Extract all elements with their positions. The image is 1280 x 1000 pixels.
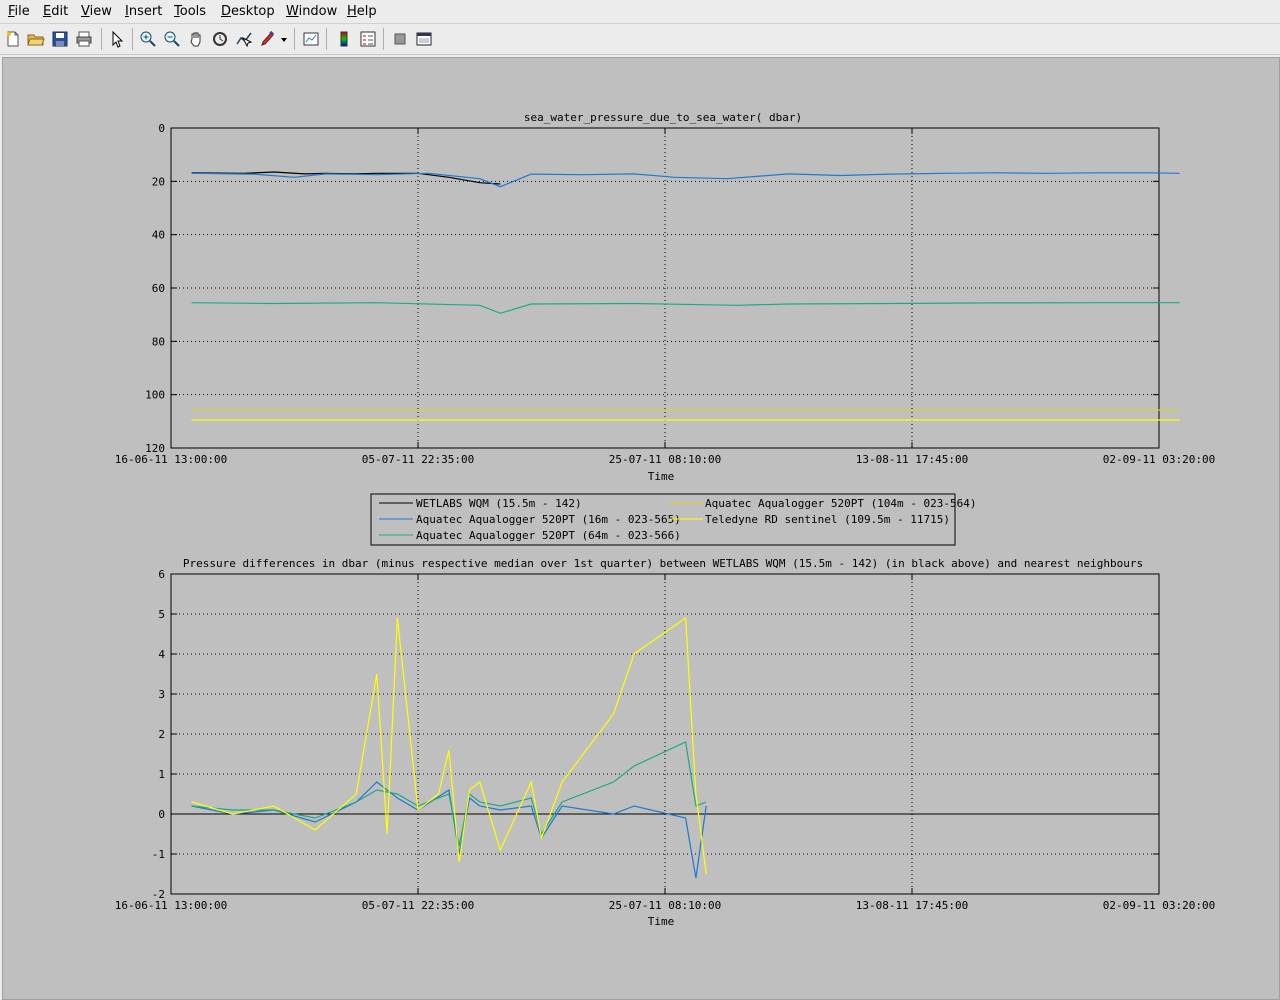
legend-label-aq64: Aquatec Aqualogger 520PT (64m - 023-566) bbox=[416, 529, 681, 542]
y-tick-label: 80 bbox=[152, 335, 165, 348]
pointer-icon[interactable] bbox=[106, 28, 128, 50]
figure-canvas: 16-06-11 13:00:00 05-07-11 22:35:00 25-07-… bbox=[2, 57, 1280, 1000]
toolbar bbox=[0, 24, 1280, 55]
y-tick-label: 6 bbox=[158, 568, 165, 581]
brush-icon[interactable] bbox=[257, 28, 279, 50]
y-tick-label: 20 bbox=[152, 175, 165, 188]
x-tick-label: 02-09-11 03:20:00 bbox=[1103, 899, 1216, 912]
print-icon[interactable] bbox=[73, 28, 95, 50]
colorbar-icon[interactable] bbox=[333, 28, 355, 50]
legend[interactable]: WETLABS WQM (15.5m - 142) Aquatec Aqualo… bbox=[370, 493, 977, 546]
y-tick-label: 4 bbox=[158, 648, 165, 661]
x-tick-label: 16-06-11 13:00:00 bbox=[115, 899, 228, 912]
y-tick-label: -2 bbox=[152, 888, 165, 901]
new-file-icon[interactable] bbox=[2, 28, 24, 50]
link-plot-icon[interactable] bbox=[300, 28, 322, 50]
toolbar-separator bbox=[326, 28, 327, 50]
pressure-x-axis-label: Time bbox=[648, 470, 675, 483]
hide-plot-tools-icon[interactable] bbox=[389, 28, 411, 50]
pressure-axes: 16-06-11 13:00:00 05-07-11 22:35:00 25-07-… bbox=[115, 111, 1216, 483]
legend-label-aq16: Aquatec Aqualogger 520PT (16m - 023-565) bbox=[416, 513, 681, 526]
toolbar-separator bbox=[132, 28, 133, 50]
menu-edit[interactable]: Edit bbox=[43, 4, 68, 19]
y-tick-label: 120 bbox=[145, 442, 165, 455]
y-tick-label: 3 bbox=[158, 688, 165, 701]
pan-hand-icon[interactable] bbox=[185, 28, 207, 50]
legend-label-wqm: WETLABS WQM (15.5m - 142) bbox=[416, 497, 582, 510]
menu-view[interactable]: View bbox=[81, 4, 112, 19]
difference-chart-title: Pressure differences in dbar (minus resp… bbox=[183, 557, 1143, 570]
menu-insert[interactable]: Insert bbox=[125, 4, 162, 19]
menu-tools[interactable]: Tools bbox=[174, 4, 206, 19]
y-tick-label: 1 bbox=[158, 768, 165, 781]
legend-icon[interactable] bbox=[357, 28, 379, 50]
difference-axes: 16-06-11 13:00:00 05-07-11 22:35:00 25-07-… bbox=[115, 557, 1216, 928]
x-tick-label: 25-07-11 08:10:00 bbox=[609, 899, 722, 912]
rotate-3d-icon[interactable] bbox=[209, 28, 231, 50]
difference-x-axis-label: Time bbox=[648, 915, 675, 928]
toolbar-separator bbox=[294, 28, 295, 50]
y-tick-label: 100 bbox=[145, 389, 165, 402]
y-tick-label: 60 bbox=[152, 282, 165, 295]
y-tick-label: -1 bbox=[152, 848, 165, 861]
figure-svg: 16-06-11 13:00:00 05-07-11 22:35:00 25-07-… bbox=[115, 111, 1216, 928]
menu-file[interactable]: File bbox=[8, 4, 30, 19]
x-tick-label: 25-07-11 08:10:00 bbox=[609, 453, 722, 466]
y-tick-label: 5 bbox=[158, 608, 165, 621]
legend-label-aq104: Aquatec Aqualogger 520PT (104m - 023-564… bbox=[705, 497, 977, 510]
zoom-in-icon[interactable] bbox=[137, 28, 159, 50]
data-cursor-icon[interactable] bbox=[233, 28, 255, 50]
y-tick-label: 40 bbox=[152, 229, 165, 242]
menu-bar: File Edit View Insert Tools Desktop Wind… bbox=[0, 0, 1280, 24]
open-folder-icon[interactable] bbox=[25, 28, 47, 50]
y-tick-label: 0 bbox=[158, 122, 165, 135]
menu-window[interactable]: Window bbox=[286, 4, 337, 19]
save-icon[interactable] bbox=[49, 28, 71, 50]
x-tick-label: 05-07-11 22:35:00 bbox=[362, 899, 475, 912]
zoom-out-icon[interactable] bbox=[161, 28, 183, 50]
menu-desktop[interactable]: Desktop bbox=[221, 4, 275, 19]
brush-dropdown-icon[interactable] bbox=[278, 28, 290, 50]
x-tick-label: 13-08-11 17:45:00 bbox=[856, 453, 969, 466]
x-tick-label: 16-06-11 13:00:00 bbox=[115, 453, 228, 466]
y-tick-label: 2 bbox=[158, 728, 165, 741]
toolbar-separator bbox=[383, 28, 384, 50]
show-plot-tools-icon[interactable] bbox=[413, 28, 435, 50]
toolbar-separator bbox=[101, 28, 102, 50]
x-tick-label: 13-08-11 17:45:00 bbox=[856, 899, 969, 912]
pressure-chart-title: sea_water_pressure_due_to_sea_water( dba… bbox=[524, 111, 802, 124]
legend-label-teledyne: Teledyne RD sentinel (109.5m - 11715) bbox=[705, 513, 950, 526]
menu-help[interactable]: Help bbox=[347, 4, 377, 19]
y-tick-label: 0 bbox=[158, 808, 165, 821]
x-tick-label: 02-09-11 03:20:00 bbox=[1103, 453, 1216, 466]
x-tick-label: 05-07-11 22:35:00 bbox=[362, 453, 475, 466]
